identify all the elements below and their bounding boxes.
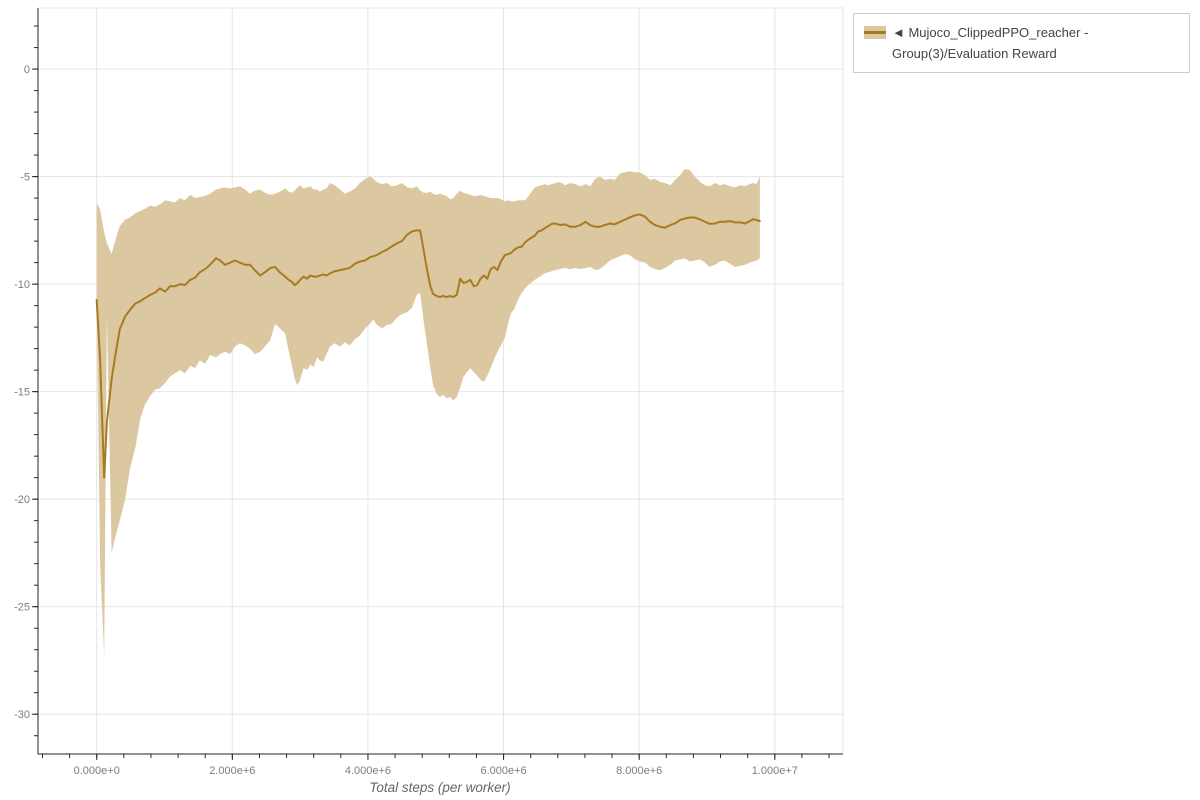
x-tick-label: 8.000e+6 <box>616 765 662 777</box>
x-tick-label: 2.000e+6 <box>209 765 255 777</box>
y-tick-label: -10 <box>14 279 30 291</box>
y-tick-label: -30 <box>14 709 30 721</box>
legend-label-line1: ◄ Mujoco_ClippedPPO_reacher - Group(3)/E… <box>892 25 1089 61</box>
y-tick-label: -25 <box>14 602 30 614</box>
x-tick-label: 4.000e+6 <box>345 765 391 777</box>
x-tick-label: 6.000e+6 <box>480 765 526 777</box>
confidence-band <box>96 169 760 657</box>
legend-band-swatch-icon <box>864 26 886 39</box>
plot-canvas[interactable]: 0 -5 -10 -15 -20 -25 -30 0.000e+0 2.000e+6 4.000e… <box>0 0 860 800</box>
x-axis: 0.000e+0 2.000e+6 4.000e+6 6.000e+6 8.000e+6… <box>38 753 843 777</box>
legend-item-evaluation-reward[interactable]: ◄ Mujoco_ClippedPPO_reacher - Group(3)/E… <box>864 22 1181 64</box>
y-axis: 0 -5 -10 -15 -20 -25 -30 <box>14 8 39 754</box>
legend-label-line2: Reward <box>1011 46 1057 61</box>
reward-chart[interactable]: 0 -5 -10 -15 -20 -25 -30 0.000e+0 2.000e+6 4.000e… <box>0 0 860 800</box>
y-tick-label: -15 <box>14 387 30 399</box>
x-tick-label: 0.000e+0 <box>74 765 120 777</box>
x-tick-label: 1.000e+7 <box>752 765 798 777</box>
experiment-dashboard: 0 -5 -10 -15 -20 -25 -30 0.000e+0 2.000e+6 4.000e… <box>0 0 1200 800</box>
legend-line-swatch-icon <box>864 31 886 34</box>
legend-box: ◄ Mujoco_ClippedPPO_reacher - Group(3)/E… <box>853 13 1190 73</box>
y-tick-label: -20 <box>14 494 30 506</box>
y-tick-label: 0 <box>24 64 30 76</box>
y-tick-label: -5 <box>20 172 30 184</box>
x-axis-title: Total steps (per worker) <box>369 780 511 795</box>
legend-label: ◄ Mujoco_ClippedPPO_reacher - Group(3)/E… <box>892 22 1181 64</box>
